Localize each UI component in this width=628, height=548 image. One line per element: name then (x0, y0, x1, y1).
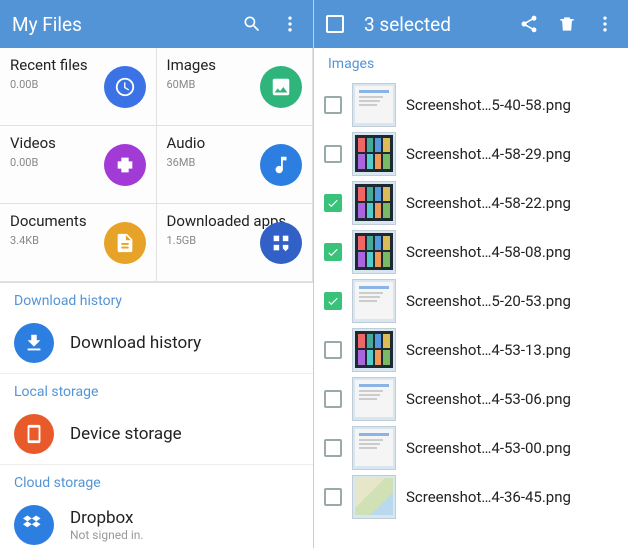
overflow-menu-icon[interactable] (594, 13, 616, 35)
file-checkbox[interactable] (324, 488, 342, 506)
file-row[interactable]: Screenshot…4-58-22.png (314, 178, 628, 227)
file-name: Screenshot…4-53-06.png (406, 390, 571, 408)
file-name: Screenshot…4-58-29.png (406, 145, 571, 163)
file-checkbox[interactable] (324, 439, 342, 457)
category-card[interactable]: Images 60MB (157, 48, 314, 126)
row-label: Dropbox (70, 508, 144, 528)
film-icon (104, 144, 146, 186)
file-name: Screenshot…5-40-58.png (406, 96, 571, 114)
row-dropbox[interactable]: Dropbox Not signed in. (0, 495, 313, 548)
file-row[interactable]: Screenshot…4-53-00.png (314, 423, 628, 472)
file-name: Screenshot…5-20-53.png (406, 292, 571, 310)
category-card[interactable]: Audio 36MB (157, 126, 314, 204)
clock-icon (104, 66, 146, 108)
file-checkbox[interactable] (324, 390, 342, 408)
file-thumbnail (352, 230, 396, 274)
row-device-storage[interactable]: Device storage (0, 404, 313, 465)
file-checkbox[interactable] (324, 145, 342, 163)
file-row[interactable]: Screenshot…4-36-45.png (314, 472, 628, 521)
file-thumbnail (352, 377, 396, 421)
app-title: My Files (12, 13, 225, 36)
file-checkbox[interactable] (324, 243, 342, 261)
apps-icon (260, 222, 302, 264)
file-row[interactable]: Screenshot…5-40-58.png (314, 80, 628, 129)
row-sublabel: Not signed in. (70, 528, 144, 542)
file-checkbox[interactable] (324, 96, 342, 114)
category-card[interactable]: Recent files 0.00B (0, 48, 157, 126)
topbar-left: My Files (0, 0, 313, 48)
file-thumbnail (352, 132, 396, 176)
note-icon (260, 144, 302, 186)
file-row[interactable]: Screenshot…5-20-53.png (314, 276, 628, 325)
category-card[interactable]: Videos 0.00B (0, 126, 157, 204)
category-grid: Recent files 0.00B Images 60MB Videos 0.… (0, 48, 313, 283)
selection-count: 3 selected (364, 13, 502, 36)
file-list: Screenshot…5-40-58.png Screenshot…4-58-2… (314, 80, 628, 521)
share-icon[interactable] (518, 13, 540, 35)
topbar-right: 3 selected (314, 0, 628, 48)
section-local-storage: Local storage (0, 374, 313, 404)
file-row[interactable]: Screenshot…4-58-08.png (314, 227, 628, 276)
file-row[interactable]: Screenshot…4-53-06.png (314, 374, 628, 423)
file-checkbox[interactable] (324, 194, 342, 212)
file-thumbnail (352, 475, 396, 519)
category-card[interactable]: Documents 3.4KB (0, 204, 157, 282)
file-name: Screenshot…4-36-45.png (406, 488, 571, 506)
file-thumbnail (352, 181, 396, 225)
search-icon[interactable] (241, 13, 263, 35)
file-row[interactable]: Screenshot…4-53-13.png (314, 325, 628, 374)
section-download-history: Download history (0, 283, 313, 313)
file-thumbnail (352, 426, 396, 470)
file-thumbnail (352, 83, 396, 127)
files-pane-right: 3 selected Images Screenshot…5-40-58.png… (314, 0, 628, 548)
device-icon (14, 414, 54, 454)
doc-icon (104, 222, 146, 264)
file-checkbox[interactable] (324, 292, 342, 310)
file-name: Screenshot…4-58-08.png (406, 243, 571, 261)
files-pane-left: My Files Recent files 0.00B Images 60MB … (0, 0, 314, 548)
file-thumbnail (352, 328, 396, 372)
list-section-header: Images (314, 48, 628, 80)
file-row[interactable]: Screenshot…4-58-29.png (314, 129, 628, 178)
delete-icon[interactable] (556, 13, 578, 35)
select-all-checkbox[interactable] (326, 15, 344, 33)
row-label: Device storage (70, 424, 182, 444)
file-name: Screenshot…4-58-22.png (406, 194, 571, 212)
file-thumbnail (352, 279, 396, 323)
row-label: Download history (70, 333, 201, 353)
file-checkbox[interactable] (324, 341, 342, 359)
download-icon (14, 323, 54, 363)
row-download-history[interactable]: Download history (0, 313, 313, 374)
overflow-menu-icon[interactable] (279, 13, 301, 35)
dropbox-icon (14, 505, 54, 545)
image-icon (260, 66, 302, 108)
file-name: Screenshot…4-53-13.png (406, 341, 571, 359)
file-name: Screenshot…4-53-00.png (406, 439, 571, 457)
category-card[interactable]: Downloaded apps 1.5GB (157, 204, 314, 282)
section-cloud-storage: Cloud storage (0, 465, 313, 495)
